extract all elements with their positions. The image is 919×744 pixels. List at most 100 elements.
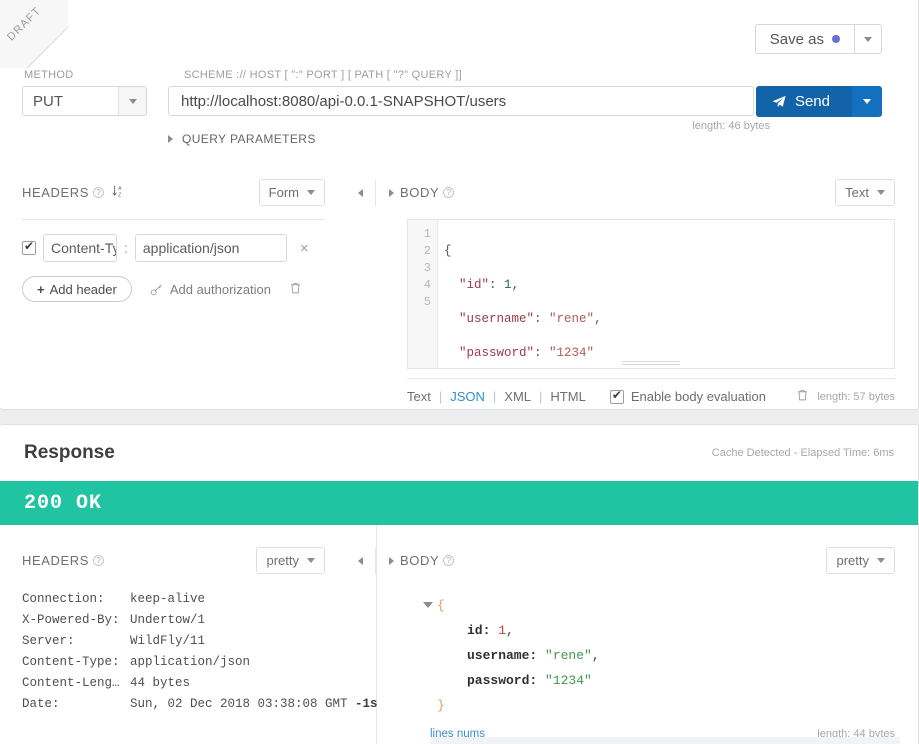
- json-value: "1234": [545, 673, 592, 688]
- chevron-left-icon: [357, 189, 363, 197]
- header-value-text: Sun, 02 Dec 2018 03:38:08 GMT: [130, 697, 356, 711]
- clear-headers-icon[interactable]: [289, 281, 302, 298]
- separator: |: [539, 389, 543, 404]
- format-xml-link[interactable]: XML: [504, 389, 531, 404]
- chevron-left-icon: [357, 557, 363, 565]
- chevron-down-icon: [423, 602, 433, 608]
- chevron-down-icon: [877, 557, 885, 563]
- paper-plane-icon: [772, 95, 786, 107]
- enable-body-evaluation-checkbox[interactable]: [609, 388, 624, 404]
- response-headers-list: Connection: keep-alive X-Powered-By: Und…: [22, 589, 378, 715]
- svg-text:Z: Z: [118, 192, 122, 198]
- response-body-panel: BODY ? pretty {id: 1, username: "rene",…: [400, 543, 918, 740]
- query-parameters-toggle[interactable]: QUERY PARAMETERS: [168, 132, 316, 146]
- response-body-json: { id: 1, username: "rene", password: "12…: [407, 593, 895, 718]
- code-line: "password": "1234": [459, 346, 595, 360]
- send-label: Send: [794, 93, 830, 110]
- send-button-group: Send: [755, 86, 882, 117]
- help-icon[interactable]: ?: [93, 186, 105, 198]
- method-dropdown-arrow[interactable]: [118, 87, 146, 115]
- header-enabled-checkbox[interactable]: [22, 239, 36, 255]
- code-line: {: [444, 244, 452, 258]
- header-key: Server:: [22, 634, 75, 648]
- help-icon[interactable]: ?: [443, 554, 455, 566]
- code-line: "username": "rene",: [459, 312, 602, 326]
- header-item: Date: Sun, 02 Dec 2018 03:38:08 GMT -1s: [22, 694, 378, 715]
- collapse-response-headers-button[interactable]: [345, 557, 375, 565]
- format-html-link[interactable]: HTML: [550, 389, 585, 404]
- help-icon[interactable]: ?: [443, 186, 455, 198]
- add-authorization-button[interactable]: Add authorization: [150, 282, 271, 297]
- add-header-button[interactable]: + Add header: [22, 276, 132, 302]
- editor-resize-handle[interactable]: [622, 361, 680, 365]
- collapse-object-toggle[interactable]: [421, 593, 435, 608]
- collapse-headers-button[interactable]: [345, 189, 375, 197]
- format-json-link[interactable]: JSON: [450, 389, 485, 404]
- url-input[interactable]: http://localhost:8080/api-0.0.1-SNAPSHOT…: [168, 86, 754, 116]
- help-icon[interactable]: ?: [93, 554, 105, 566]
- header-value-input[interactable]: application/json: [134, 234, 287, 262]
- unsaved-dot-icon: [832, 35, 840, 43]
- headers-mode-select[interactable]: Form: [258, 178, 325, 206]
- remove-header-icon[interactable]: ×: [300, 240, 309, 257]
- request-panel-collapse-controls: [345, 180, 406, 206]
- json-root-row: {: [407, 593, 895, 618]
- query-parameters-label: QUERY PARAMETERS: [182, 132, 316, 146]
- response-body-title: BODY: [400, 552, 440, 568]
- response-card: Response Cache Detected - Elapsed Time: …: [0, 424, 919, 744]
- header-key: Content-Type:: [22, 655, 120, 669]
- chevron-down-icon: [863, 99, 871, 104]
- clear-body-icon[interactable]: [796, 388, 809, 405]
- method-label: METHOD: [24, 69, 74, 81]
- header-colon: :: [124, 240, 128, 256]
- header-item: Content-Type: application/json: [22, 652, 325, 673]
- format-text-link[interactable]: Text: [407, 389, 431, 404]
- response-headers-title: HEADERS: [22, 552, 90, 568]
- line-number: 3: [423, 261, 431, 275]
- header-value: Undertow/1: [130, 613, 206, 627]
- request-headers-panel: HEADERS ? A Z Form Content-T: [0, 175, 345, 302]
- headers-mode-value: Form: [268, 184, 299, 200]
- response-panel-collapse-controls: [345, 548, 406, 574]
- method-select[interactable]: PUT: [22, 86, 147, 116]
- header-item: Content-Leng… 44 bytes: [22, 673, 325, 694]
- chevron-down-icon: [307, 557, 315, 563]
- save-as-dropdown-button[interactable]: [854, 24, 882, 54]
- response-body-mode-value: pretty: [836, 552, 869, 568]
- add-authorization-label: Add authorization: [169, 281, 272, 297]
- enable-body-evaluation-label: Enable body evaluation: [630, 389, 766, 404]
- send-button[interactable]: Send: [755, 86, 852, 117]
- header-actions: + Add header Add authorization: [0, 262, 345, 302]
- json-key: password:: [467, 673, 538, 688]
- header-name-input[interactable]: Content-Type: [43, 234, 117, 262]
- save-as-label: Save as: [769, 30, 824, 48]
- code-line: "id": 1,: [459, 278, 520, 292]
- line-number: 2: [423, 244, 431, 258]
- url-label: SCHEME :// HOST [ ":" PORT ] [ PATH [ "?…: [184, 69, 462, 81]
- response-headers-mode-value: pretty: [266, 552, 299, 568]
- response-body-mode-select[interactable]: pretty: [826, 546, 895, 574]
- chevron-down-icon: [307, 189, 315, 195]
- sort-az-icon[interactable]: A Z: [112, 184, 126, 201]
- response-body-header: BODY ? pretty: [400, 543, 918, 577]
- request-body-code[interactable]: { "id": 1, "username": "rene", "password…: [438, 220, 894, 368]
- json-value: 1: [498, 623, 507, 638]
- header-value: Sun, 02 Dec 2018 03:38:08 GMT -1s: [130, 694, 378, 715]
- line-number: 5: [423, 295, 431, 309]
- response-headers-mode-select[interactable]: pretty: [256, 546, 325, 574]
- request-body-editor[interactable]: 1 2 3 4 5 { "id": 1, "username": "rene",…: [407, 219, 895, 369]
- close-brace: }: [437, 698, 445, 713]
- json-comma: ,: [506, 623, 514, 638]
- chevron-right-icon: [388, 557, 394, 565]
- response-columns: HEADERS ? pretty Connection: keep-alive …: [0, 525, 918, 744]
- save-as-button[interactable]: Save as: [754, 24, 854, 54]
- chevron-down-icon: [877, 189, 885, 195]
- chevron-right-icon: [388, 189, 394, 197]
- header-key: Date:: [22, 697, 60, 711]
- send-dropdown-button[interactable]: [852, 86, 882, 117]
- json-key: id:: [467, 623, 491, 638]
- response-body-scrollbar[interactable]: [430, 737, 900, 744]
- body-mode-select[interactable]: Text: [835, 178, 895, 206]
- header-value-suffix: -1s: [355, 697, 378, 711]
- svg-text:A: A: [118, 186, 122, 192]
